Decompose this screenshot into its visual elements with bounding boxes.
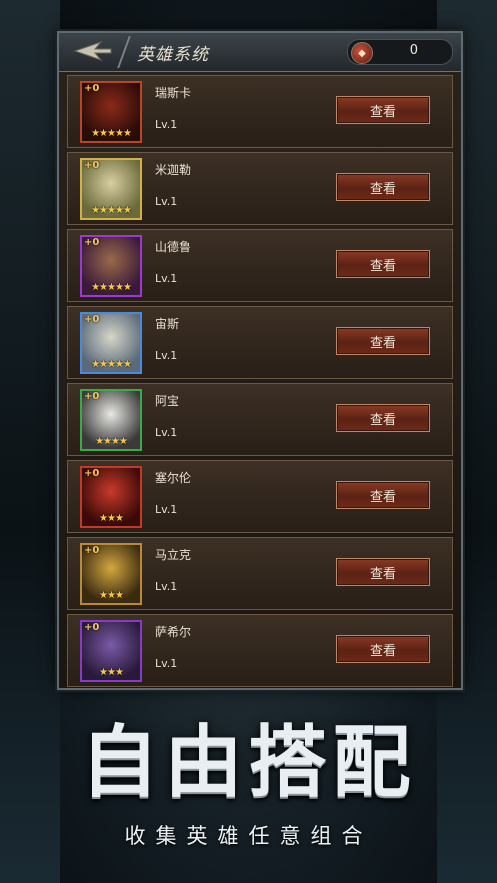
banner-title: 自由搭配 <box>80 718 417 808</box>
hero-portrait[interactable]: +0 ★★★★★ <box>80 235 142 297</box>
hero-portrait[interactable]: +0 ★★★★★ <box>80 158 142 220</box>
hero-upgrade-level: +0 <box>84 545 100 556</box>
hero-row: +0 ★★★ 萨希尔 Lv.1 查看 <box>67 614 453 687</box>
currency-value: 0 <box>409 43 418 58</box>
hero-name: 瑞斯卡 <box>155 86 192 100</box>
hero-upgrade-level: +0 <box>84 314 100 325</box>
back-button[interactable] <box>65 37 121 65</box>
hero-stars: ★★★★ <box>95 436 128 447</box>
hero-row: +0 ★★★ 马立克 Lv.1 查看 <box>67 537 453 610</box>
hero-upgrade-level: +0 <box>84 160 100 171</box>
hero-name: 马立克 <box>155 548 192 562</box>
view-hero-button[interactable]: 查看 <box>336 173 430 201</box>
hero-upgrade-level: +0 <box>84 622 100 633</box>
hero-portrait[interactable]: +0 ★★★★★ <box>80 81 142 143</box>
hero-level: Lv.1 <box>155 580 178 593</box>
hero-name: 阿宝 <box>155 394 180 408</box>
hero-portrait[interactable]: +0 ★★★ <box>80 466 142 528</box>
hero-list: +0 ★★★★★ 瑞斯卡 Lv.1 查看 +0 ★★★★★ 米迦勒 Lv.1 查… <box>67 75 453 691</box>
hero-row: +0 ★★★★ 阿宝 Lv.1 查看 <box>67 383 453 456</box>
back-arrow-icon <box>73 40 112 62</box>
hero-upgrade-level: +0 <box>84 83 100 94</box>
banner-subtitle: 收集英雄任意组合 <box>124 824 373 848</box>
hero-level: Lv.1 <box>155 503 178 516</box>
hero-name: 米迦勒 <box>155 163 192 177</box>
view-hero-button[interactable]: 查看 <box>336 327 430 355</box>
hero-portrait[interactable]: +0 ★★★★★ <box>80 312 142 374</box>
view-hero-button[interactable]: 查看 <box>336 635 430 663</box>
currency-display: ◆ 0 <box>347 39 453 65</box>
hero-stars: ★★★★★ <box>91 282 132 293</box>
view-hero-button[interactable]: 查看 <box>336 96 430 124</box>
panel-header: 英雄系统 ◆ 0 <box>59 33 461 72</box>
hero-stars: ★★★★★ <box>91 205 132 216</box>
hero-stars: ★★★★★ <box>91 359 132 370</box>
hero-level: Lv.1 <box>155 195 178 208</box>
hero-row: +0 ★★★★★ 米迦勒 Lv.1 查看 <box>67 152 453 225</box>
page-title: 英雄系统 <box>137 45 209 65</box>
hero-row: +0 ★★★★★ 山德鲁 Lv.1 查看 <box>67 229 453 302</box>
hero-name: 山德鲁 <box>155 240 192 254</box>
hero-row: +0 ★★★★★ 瑞斯卡 Lv.1 查看 <box>67 75 453 148</box>
hero-level: Lv.1 <box>155 272 178 285</box>
hero-level: Lv.1 <box>155 657 178 670</box>
view-hero-button[interactable]: 查看 <box>336 558 430 586</box>
hero-level: Lv.1 <box>155 349 178 362</box>
hero-portrait[interactable]: +0 ★★★ <box>80 620 142 682</box>
hero-name: 萨希尔 <box>155 625 192 639</box>
hero-upgrade-level: +0 <box>84 468 100 479</box>
hero-upgrade-level: +0 <box>84 237 100 248</box>
hero-name: 塞尔伦 <box>155 471 192 485</box>
view-hero-button[interactable]: 查看 <box>336 404 430 432</box>
view-hero-button[interactable]: 查看 <box>336 481 430 509</box>
hero-name: 宙斯 <box>155 317 180 331</box>
hero-row: +0 ★★★★★ 宙斯 Lv.1 查看 <box>67 306 453 379</box>
hero-stars: ★★★ <box>99 590 124 601</box>
view-hero-button[interactable]: 查看 <box>336 250 430 278</box>
hero-portrait[interactable]: +0 ★★★ <box>80 543 142 605</box>
hero-upgrade-level: +0 <box>84 391 100 402</box>
gem-icon: ◆ <box>351 42 373 64</box>
hero-level: Lv.1 <box>155 426 178 439</box>
hero-stars: ★★★★★ <box>91 128 132 139</box>
hero-system-panel: 英雄系统 ◆ 0 +0 ★★★★★ 瑞斯卡 Lv.1 查看 +0 ★★★★★ 米… <box>57 31 463 690</box>
hero-portrait[interactable]: +0 ★★★★ <box>80 389 142 451</box>
hero-level: Lv.1 <box>155 118 178 131</box>
hero-stars: ★★★ <box>99 513 124 524</box>
hero-row: +0 ★★★ 塞尔伦 Lv.1 查看 <box>67 460 453 533</box>
hero-stars: ★★★ <box>99 667 124 678</box>
